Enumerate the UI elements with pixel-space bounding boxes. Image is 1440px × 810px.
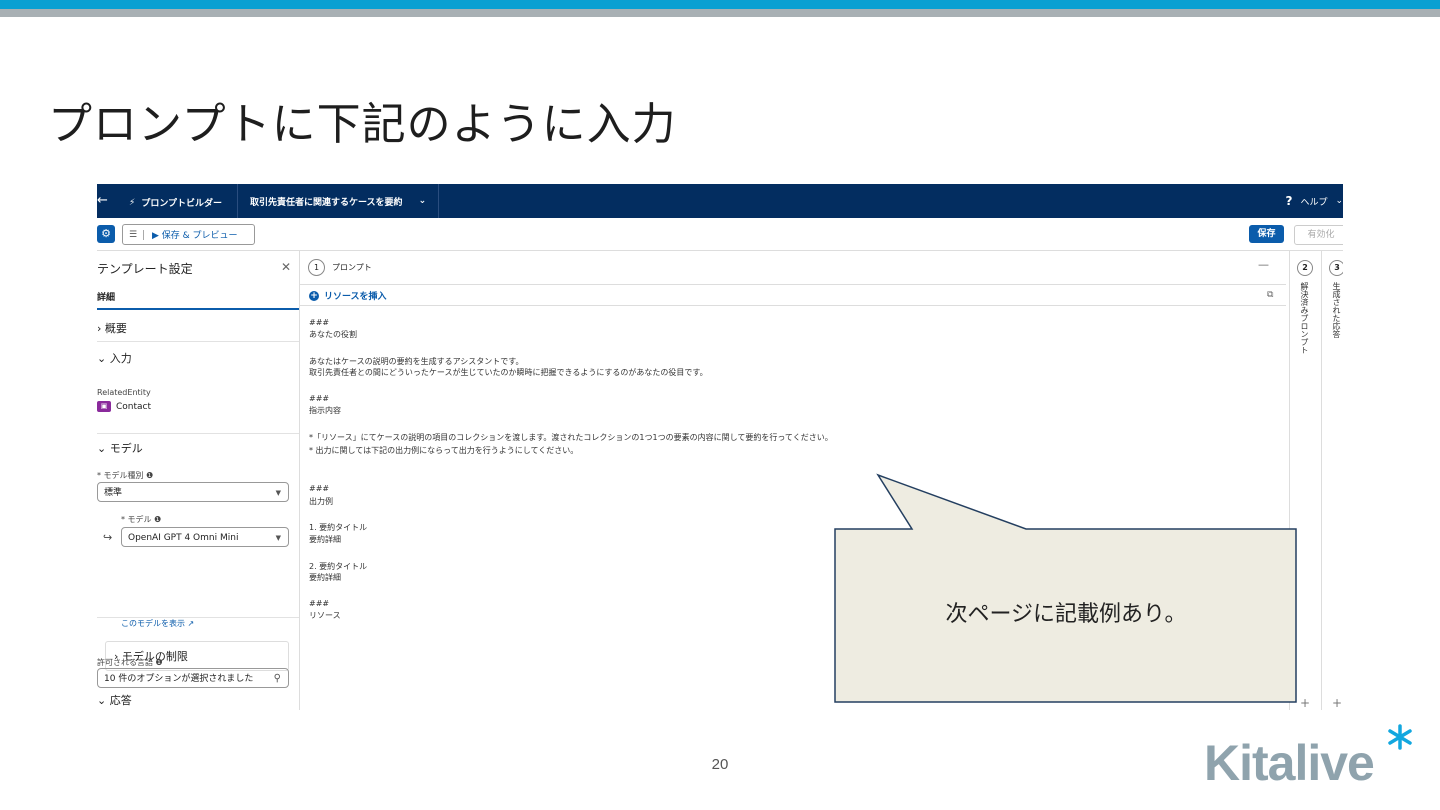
section-model[interactable]: ⌄ モデル — [97, 440, 143, 456]
step-number: 1 — [308, 259, 325, 276]
info-icon: ❶ — [154, 515, 162, 524]
step-number: 3 — [1329, 260, 1343, 276]
asterisk-icon — [1388, 724, 1412, 750]
step-label: プロンプト — [332, 263, 372, 272]
chevron-down-icon: ⌄ — [1335, 196, 1343, 206]
prompt-line[interactable]: ### — [309, 318, 329, 327]
step-number: 2 — [1297, 260, 1313, 276]
column-label: 生成された応答 — [1332, 282, 1341, 338]
divider — [97, 433, 299, 434]
page-number: 20 — [711, 756, 729, 773]
add-icon[interactable]: + — [1332, 696, 1342, 710]
divider — [300, 305, 1286, 306]
callout-text: 次ページに記載例あり。 — [945, 602, 1187, 627]
prompt-line[interactable]: ### — [309, 599, 329, 608]
prompt-line[interactable]: 要約詳細 — [309, 572, 341, 583]
arrow-left-icon[interactable]: ← — [97, 193, 108, 208]
kitalive-logo: Kitalive — [1204, 724, 1412, 791]
help-menu[interactable]: ? ヘルプ ⌄ — [1285, 194, 1343, 208]
model-type-label: * モデル種別 ❶ — [97, 471, 154, 480]
save-button[interactable]: 保存 — [1249, 225, 1284, 243]
callout-bubble — [834, 473, 1297, 703]
related-entity-label: RelatedEntity — [97, 388, 151, 397]
prompt-line[interactable]: ### — [309, 394, 329, 403]
divider — [97, 617, 299, 618]
section-response[interactable]: ⌄ 応答 — [97, 692, 132, 708]
top-accent-bar — [0, 0, 1440, 9]
prompt-line[interactable]: 2. 要約タイトル — [309, 561, 367, 572]
prompt-line[interactable]: 取引先責任者との間にどういったケースが生じていたのか瞬時に把握できるようにするの… — [309, 367, 708, 378]
model-type-select[interactable]: 標準 ▼ — [97, 482, 289, 502]
panel-title: テンプレート設定 — [97, 262, 193, 276]
slide-title: プロンプトに下記のように入力 — [48, 99, 677, 150]
section-input[interactable]: ⌄ 入力 — [97, 350, 132, 366]
prompt-line[interactable]: *「リソース」にてケースの説明の項目のコレクションを渡します。渡されたコレクショ… — [309, 432, 833, 443]
generated-response-column[interactable]: 3 生成された応答 + — [1321, 250, 1343, 710]
settings-sliders-icon[interactable]: ☰ — [123, 229, 144, 240]
minimize-icon[interactable]: — — [1258, 258, 1269, 271]
prompt-builder-icon: ⚡ — [129, 197, 136, 208]
toolbar: ⚙ ☰ ▶ 保存 & プレビュー 保存 有効化 — [97, 218, 1343, 251]
divider — [300, 284, 1286, 285]
nav-bar: ← ⚡ プロンプトビルダー 取引先責任者に関連するケースを要約 ⌄ ? ヘルプ … — [97, 184, 1343, 218]
tab-underline — [97, 308, 299, 310]
column-label: 解決済みプロンプト — [1300, 282, 1309, 354]
search-icon: ⚲ — [273, 673, 281, 684]
callout-shape — [834, 473, 1297, 703]
tab-details[interactable]: 詳細 — [97, 290, 115, 303]
copy-icon[interactable]: ⧉ — [1267, 290, 1273, 300]
allowed-languages-combobox[interactable]: 10 件のオプションが選択されました ⚲ — [97, 668, 289, 688]
gear-icon[interactable]: ⚙ — [97, 225, 115, 243]
prompt-line[interactable]: 指示内容 — [309, 405, 341, 416]
prompt-line[interactable]: 出力例 — [309, 496, 333, 507]
caret-down-icon: ▼ — [275, 489, 281, 497]
model-select[interactable]: OpenAI GPT 4 Omni Mini ▼ — [121, 527, 289, 547]
tab-template-name[interactable]: 取引先責任者に関連するケースを要約 ⌄ — [237, 184, 440, 218]
section-summary[interactable]: › 概要 — [97, 320, 127, 336]
contact-entity: ▣ Contact — [97, 401, 151, 412]
sub-arrow-icon: ↪ — [103, 531, 113, 544]
caret-down-icon: ▼ — [275, 534, 281, 542]
save-preview-button[interactable]: ▶ 保存 & プレビュー — [144, 228, 238, 241]
question-icon: ? — [1285, 194, 1293, 208]
model-label: * モデル ❶ — [121, 515, 162, 524]
prompt-line[interactable]: あなたの役割 — [309, 329, 357, 340]
prompt-line[interactable]: リソース — [309, 610, 341, 621]
activate-button[interactable]: 有効化 — [1294, 225, 1343, 245]
info-icon: ❶ — [155, 658, 163, 667]
top-secondary-bar — [0, 9, 1440, 17]
allowed-languages-label: 許可される言語 ❶ — [97, 658, 163, 667]
close-icon[interactable]: ✕ — [281, 260, 291, 274]
chevron-down-icon[interactable]: ⌄ — [419, 196, 427, 206]
prompt-line[interactable]: * 出力に関しては下記の出力例にならって出力を行うようにしてください。 — [309, 445, 578, 456]
template-settings-panel: テンプレート設定 ✕ 詳細 › 概要 ⌄ 入力 RelatedEntity ▣ … — [97, 250, 300, 710]
contact-icon: ▣ — [97, 401, 111, 412]
insert-resource-button[interactable]: + リソースを挿入 — [309, 289, 387, 302]
external-link-icon: ↗ — [187, 619, 195, 628]
prompt-line[interactable]: あなたはケースの説明の要約を生成するアシスタントです。 — [309, 356, 523, 367]
logo-wordmark: Kitalive — [1204, 735, 1374, 791]
preview-button-group[interactable]: ☰ ▶ 保存 & プレビュー — [122, 224, 255, 245]
view-model-link[interactable]: このモデルを表示 ↗ — [121, 618, 194, 629]
prompt-line[interactable]: 1. 要約タイトル — [309, 522, 367, 533]
divider — [97, 341, 299, 342]
prompt-line[interactable]: ### — [309, 484, 329, 493]
add-circle-icon: + — [309, 290, 319, 301]
app-name: ⚡ プロンプトビルダー — [129, 197, 223, 210]
info-icon: ❶ — [146, 471, 154, 480]
prompt-line[interactable]: 要約詳細 — [309, 534, 341, 545]
